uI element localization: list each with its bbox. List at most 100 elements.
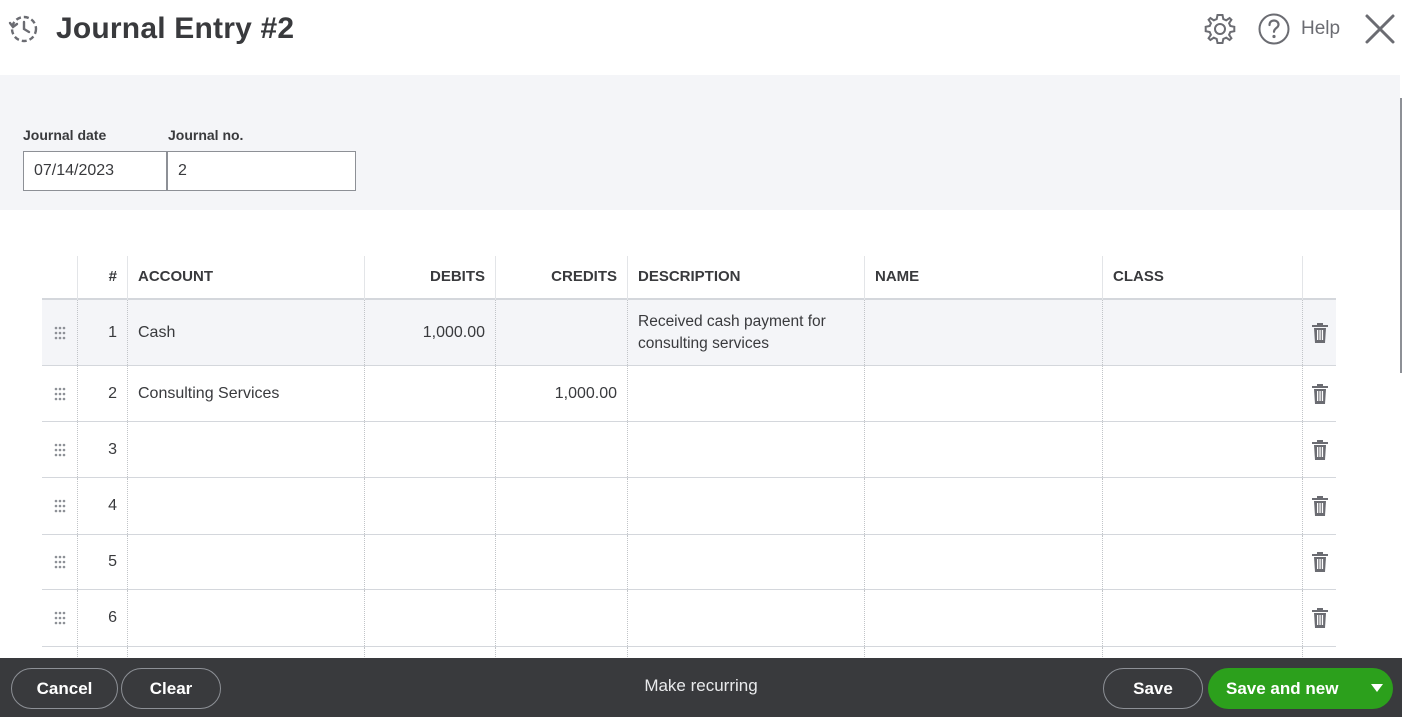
column-header-name: NAME: [864, 256, 1102, 300]
gear-icon[interactable]: [1203, 12, 1237, 46]
class-cell[interactable]: [1102, 478, 1302, 534]
drag-handle[interactable]: [42, 422, 77, 477]
delete-line-button[interactable]: [1302, 535, 1336, 589]
column-header-description: DESCRIPTION: [627, 256, 864, 300]
footer-action-bar: Cancel Clear Make recurring Save Save an…: [0, 658, 1402, 717]
description-cell[interactable]: [627, 422, 864, 477]
line-number: 5: [77, 535, 127, 589]
journal-no-label: Journal no.: [168, 127, 244, 143]
drag-handle[interactable]: [42, 366, 77, 421]
table-row[interactable]: 6: [42, 590, 1336, 647]
history-icon[interactable]: [8, 13, 40, 45]
delete-line-button[interactable]: [1302, 366, 1336, 421]
class-cell[interactable]: [1102, 535, 1302, 589]
line-number: 1: [77, 300, 127, 365]
delete-line-button[interactable]: [1302, 300, 1336, 365]
clear-button[interactable]: Clear: [121, 668, 221, 709]
drag-handle[interactable]: [42, 478, 77, 534]
journal-no-field[interactable]: 2: [167, 151, 356, 191]
delete-line-button[interactable]: [1302, 422, 1336, 477]
credits-cell[interactable]: [495, 478, 627, 534]
drag-handle-icon[interactable]: [53, 326, 67, 340]
trash-icon[interactable]: [1311, 439, 1328, 460]
name-cell[interactable]: [864, 300, 1102, 365]
line-number: 3: [77, 422, 127, 477]
account-cell[interactable]: Consulting Services: [127, 366, 364, 421]
help-icon: [1258, 13, 1290, 45]
help-label: Help: [1301, 18, 1341, 39]
debits-cell[interactable]: 1,000.00: [364, 300, 495, 365]
name-cell[interactable]: [864, 590, 1102, 646]
credits-cell[interactable]: 1,000.00: [495, 366, 627, 421]
cancel-button[interactable]: Cancel: [11, 668, 118, 709]
table-row[interactable]: 5: [42, 535, 1336, 590]
drag-handle-icon[interactable]: [53, 555, 67, 569]
drag-handle[interactable]: [42, 300, 77, 365]
journal-lines-table: # ACCOUNT DEBITS CREDITS DESCRIPTION NAM…: [42, 256, 1336, 667]
column-header-class: CLASS: [1102, 256, 1302, 300]
trash-icon[interactable]: [1311, 383, 1328, 404]
name-cell[interactable]: [864, 422, 1102, 477]
account-cell[interactable]: [127, 478, 364, 534]
make-recurring-button[interactable]: Make recurring: [600, 676, 802, 696]
class-cell[interactable]: [1102, 300, 1302, 365]
table-row[interactable]: 3: [42, 422, 1336, 478]
column-header-account: ACCOUNT: [127, 256, 364, 300]
trash-icon[interactable]: [1311, 552, 1328, 572]
help-button[interactable]: Help: [1257, 12, 1340, 46]
delete-line-button[interactable]: [1302, 590, 1336, 646]
account-cell[interactable]: [127, 535, 364, 589]
line-number: 4: [77, 478, 127, 534]
credits-cell[interactable]: [495, 422, 627, 477]
chevron-down-icon[interactable]: [1371, 684, 1383, 692]
header: Journal Entry #2 Help: [0, 0, 1402, 75]
drag-handle-icon[interactable]: [53, 443, 67, 457]
drag-handle[interactable]: [42, 535, 77, 589]
description-cell[interactable]: [627, 590, 864, 646]
column-header-num: #: [77, 256, 127, 300]
trash-icon[interactable]: [1311, 496, 1328, 516]
table-row[interactable]: 1 Cash 1,000.00 Received cash payment fo…: [42, 300, 1336, 366]
class-cell[interactable]: [1102, 422, 1302, 477]
debits-cell[interactable]: [364, 478, 495, 534]
name-cell[interactable]: [864, 366, 1102, 421]
debits-cell[interactable]: [364, 535, 495, 589]
class-cell[interactable]: [1102, 366, 1302, 421]
credits-cell[interactable]: [495, 300, 627, 365]
drag-handle-icon[interactable]: [53, 611, 67, 625]
delete-line-button[interactable]: [1302, 478, 1336, 534]
header-actions-col: [1302, 256, 1336, 300]
drag-handle-icon[interactable]: [53, 387, 67, 401]
page-title: Journal Entry #2: [56, 12, 295, 45]
journal-date-label: Journal date: [23, 127, 107, 143]
credits-cell[interactable]: [495, 590, 627, 646]
drag-handle-icon[interactable]: [53, 499, 67, 513]
description-cell[interactable]: [627, 366, 864, 421]
drag-handle[interactable]: [42, 590, 77, 646]
class-cell[interactable]: [1102, 590, 1302, 646]
save-and-new-label: Save and new: [1226, 678, 1339, 698]
account-cell[interactable]: [127, 422, 364, 477]
line-number: 6: [77, 590, 127, 646]
save-button[interactable]: Save: [1103, 668, 1203, 709]
save-and-new-button[interactable]: Save and new: [1208, 668, 1393, 709]
description-cell[interactable]: [627, 535, 864, 589]
trash-icon[interactable]: [1311, 608, 1328, 628]
table-header: # ACCOUNT DEBITS CREDITS DESCRIPTION NAM…: [42, 256, 1336, 300]
account-cell[interactable]: [127, 590, 364, 646]
debits-cell[interactable]: [364, 366, 495, 421]
debits-cell[interactable]: [364, 590, 495, 646]
table-row[interactable]: 4: [42, 478, 1336, 535]
description-cell[interactable]: Received cash payment for consulting ser…: [627, 300, 864, 365]
close-icon[interactable]: [1362, 11, 1398, 47]
description-cell[interactable]: [627, 478, 864, 534]
debits-cell[interactable]: [364, 422, 495, 477]
table-row[interactable]: 2 Consulting Services 1,000.00: [42, 366, 1336, 422]
name-cell[interactable]: [864, 478, 1102, 534]
credits-cell[interactable]: [495, 535, 627, 589]
account-cell[interactable]: Cash: [127, 300, 364, 365]
journal-date-field[interactable]: 07/14/2023: [23, 151, 167, 191]
name-cell[interactable]: [864, 535, 1102, 589]
trash-icon[interactable]: [1311, 322, 1328, 343]
journal-details-panel: Journal date 07/14/2023 Journal no. 2: [0, 75, 1400, 210]
